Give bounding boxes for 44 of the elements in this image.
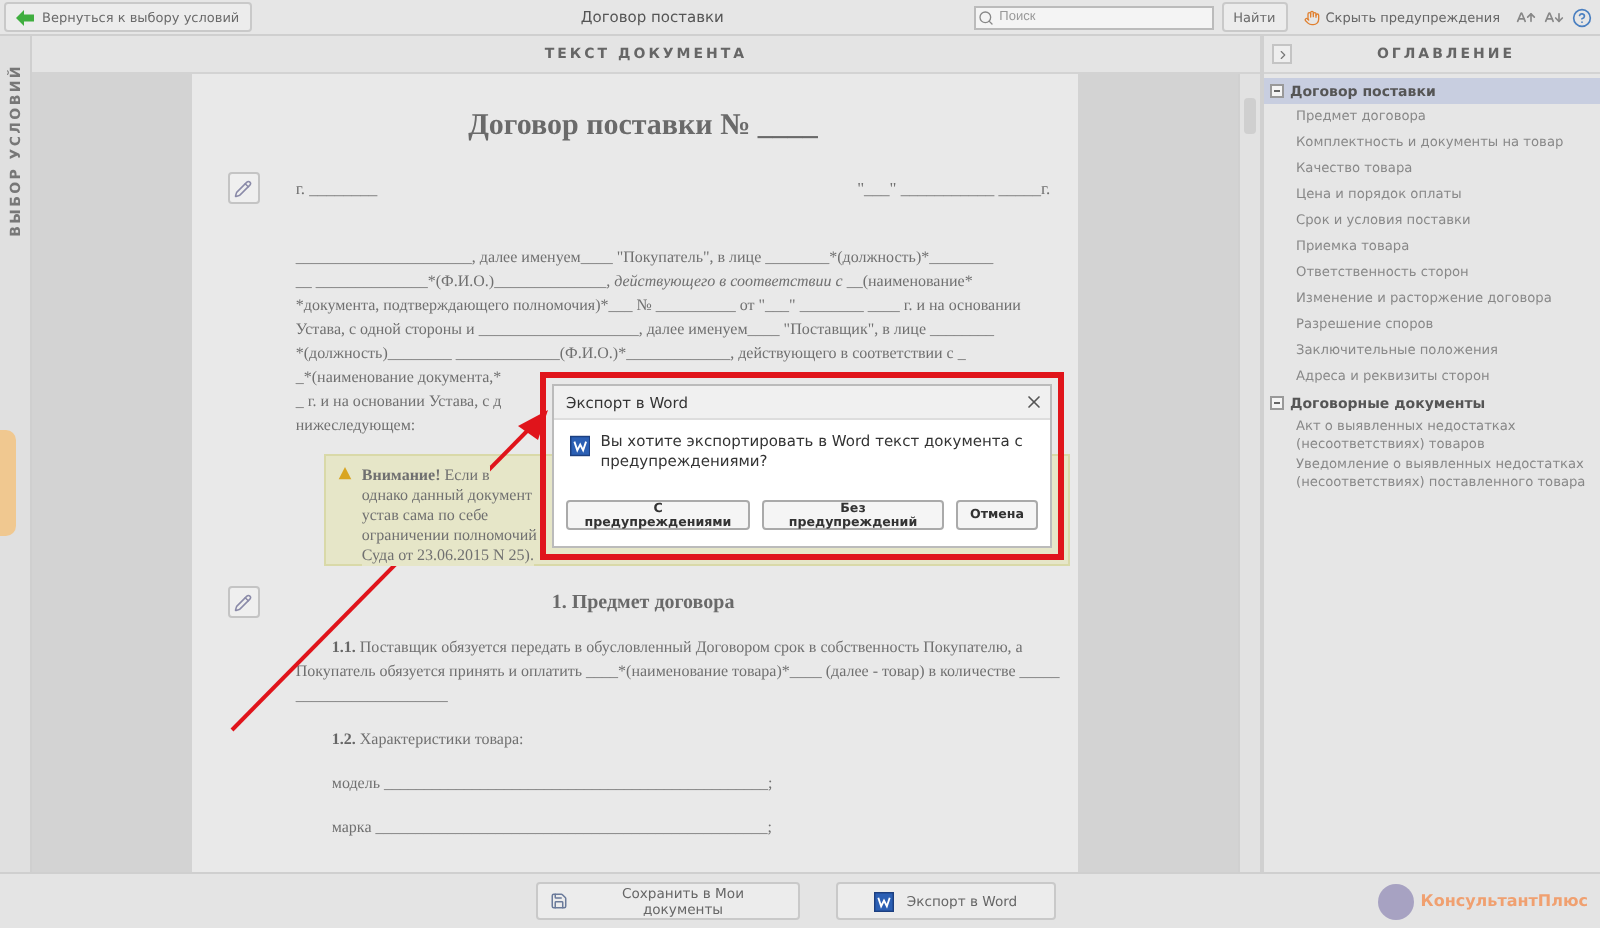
city-field: г. ________ <box>295 178 378 198</box>
document-text: марка _________________________________________________; <box>331 818 772 836</box>
document-text: ______________________, далее именуем____ "Покупатель", в лице ________*(должность)*________ <box>295 248 994 266</box>
panel-handle[interactable] <box>0 430 16 536</box>
document-text: __ ______________*(Ф.И.О.)______________, действующего в соответствии с __(наименование* <box>295 272 973 290</box>
logo-avatar <box>1378 883 1415 919</box>
document-text: Устава, с одной стороны и ____________________, далее именуем____ "Поставщик", в лице ________ <box>295 320 994 338</box>
search-icon <box>977 9 994 25</box>
warning-text: устав сама по себе <box>361 506 489 526</box>
document-text: ___________________ <box>295 686 448 704</box>
close-button[interactable] <box>1024 392 1044 412</box>
warning-icon <box>337 466 352 480</box>
warning-text: Внимание! Если в <box>361 466 490 486</box>
font-increase-icon[interactable] <box>1516 7 1536 27</box>
collapse-icon[interactable] <box>1270 84 1284 98</box>
document-text: *(должность)________ _____________(Ф.И.О.)*_____________, действующего в соответствии с _ <box>295 344 966 362</box>
collapse-icon[interactable] <box>1270 396 1284 410</box>
document-text: Покупатель обязуется принять и оплатить ____*(наименование товара)*____ (далее - товар) в количестве _____ <box>295 662 1060 680</box>
back-arrow-icon <box>16 9 34 25</box>
chevron-right-icon <box>1275 47 1289 61</box>
document-text: *документа, подтверждающего полномочия)*___ № __________ от "___" ________ ____ г. и на основании <box>295 296 1021 314</box>
document-text: 1.1. Поставщик обязуется передать в обусловленный Договором срок в собственность Покупателю, а <box>331 638 1023 656</box>
scrollbar[interactable] <box>1238 74 1261 872</box>
warning-text: однако данный документ <box>361 486 532 506</box>
collapse-button[interactable] <box>1272 44 1292 64</box>
date-field: "___" ___________ _____г. <box>857 178 1051 198</box>
section-heading: 1. Предмет договора <box>549 591 737 613</box>
warning-text: ограничении полномочий <box>361 526 537 546</box>
help-icon[interactable] <box>1572 7 1592 27</box>
document-text: 1.2. Характеристики товара: <box>331 730 524 748</box>
edit-pencil-icon[interactable] <box>227 172 260 204</box>
word-icon <box>874 891 895 911</box>
floppy-icon <box>550 892 568 910</box>
word-icon <box>570 432 591 460</box>
document-text: нижеследующем: <box>295 416 416 434</box>
logo: КонсультантПлюс <box>1420 892 1588 910</box>
edit-pencil-icon[interactable] <box>227 586 260 618</box>
document-text: модель ________________________________________________; <box>331 774 773 792</box>
hand-icon <box>1303 9 1320 25</box>
document-text: _*(наименование документа,* <box>295 368 502 386</box>
warning-text: Суда от 23.06.2015 N 25). <box>361 546 534 566</box>
document-text: _ г. и на основании Устава, с д <box>295 392 502 410</box>
document-title: Договор поставки № ____ <box>466 110 820 144</box>
font-decrease-icon[interactable] <box>1544 7 1564 27</box>
